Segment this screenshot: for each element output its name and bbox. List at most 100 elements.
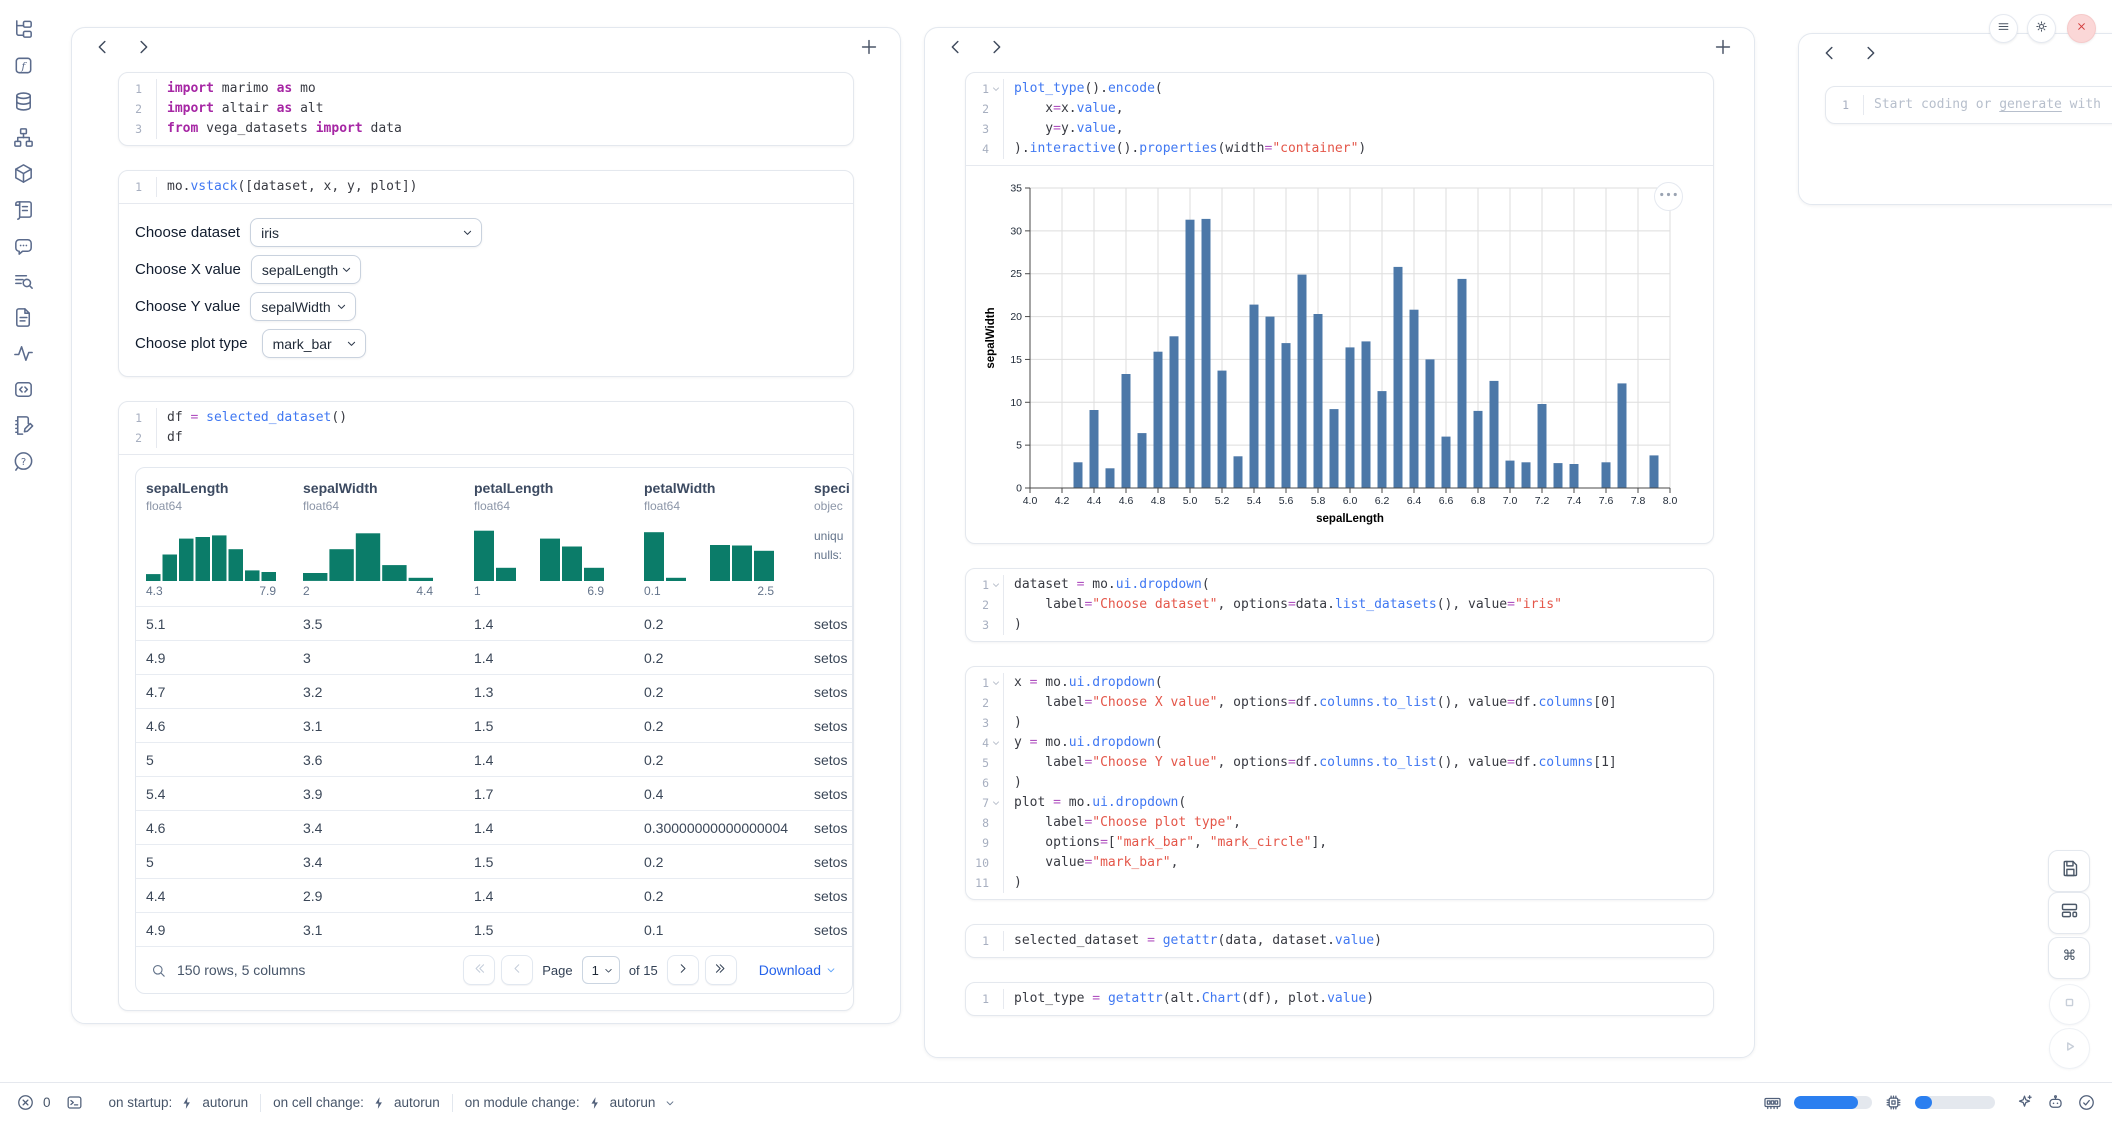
column-header[interactable]: petalLengthfloat6416.9 bbox=[464, 480, 634, 598]
table-cell: 1.5 bbox=[464, 718, 634, 734]
dropdown-label: Choose Y value bbox=[135, 298, 240, 315]
error-counter[interactable]: 0 bbox=[16, 1093, 51, 1112]
svg-text:6.6: 6.6 bbox=[1439, 495, 1454, 507]
run-button[interactable] bbox=[2049, 1028, 2090, 1069]
layout-button[interactable] bbox=[2048, 892, 2090, 934]
scroll-log-icon[interactable] bbox=[12, 198, 35, 221]
download-button[interactable]: Download bbox=[759, 962, 838, 978]
table-cell: setos bbox=[804, 650, 852, 666]
terminal-toggle[interactable] bbox=[65, 1093, 84, 1112]
dropdown-label: Choose plot type bbox=[135, 335, 248, 352]
table-cell: setos bbox=[804, 922, 852, 938]
on-startup-setting[interactable]: on startup: autorun bbox=[109, 1095, 249, 1110]
table-cell: 3 bbox=[293, 650, 464, 666]
chart-actions-button[interactable] bbox=[1654, 182, 1683, 211]
table-cell: 0.4 bbox=[634, 786, 804, 802]
notebook-edit-icon[interactable] bbox=[12, 414, 35, 437]
ai-sparkles-icon[interactable] bbox=[2015, 1093, 2034, 1112]
collapse-left-icon[interactable] bbox=[92, 36, 114, 58]
expand-right-icon[interactable] bbox=[1859, 42, 1881, 64]
code-editor[interactable]: 1import marimo as mo2import altair as al… bbox=[119, 73, 853, 145]
x-value-dropdown[interactable]: sepalLength bbox=[251, 255, 361, 284]
save-button[interactable] bbox=[2048, 850, 2090, 892]
dataframe-output: sepalLengthfloat644.37.9sepalWidthfloat6… bbox=[119, 454, 853, 994]
column-header[interactable]: sepalLengthfloat644.37.9 bbox=[136, 480, 293, 598]
table-cell: 0.2 bbox=[634, 684, 804, 700]
svg-text:sepalLength: sepalLength bbox=[1316, 513, 1384, 525]
code-editor[interactable]: 1mo.vstack([dataset, x, y, plot]) bbox=[119, 171, 853, 203]
table-row: 4.73.21.30.2setos bbox=[136, 674, 852, 708]
assistant-bot-icon[interactable] bbox=[2046, 1093, 2065, 1112]
prev-page-button[interactable] bbox=[501, 955, 533, 985]
chevron-down-icon bbox=[334, 299, 349, 314]
hist-max-label: 2.5 bbox=[757, 584, 774, 598]
empty-cell-editor[interactable]: 1 Start coding or generate with bbox=[1825, 86, 2112, 124]
svg-text:4.2: 4.2 bbox=[1055, 495, 1070, 507]
generate-link[interactable]: generate bbox=[1999, 97, 2062, 112]
table-cell: 0.2 bbox=[634, 616, 804, 632]
chat-bot-icon[interactable] bbox=[12, 234, 35, 257]
code-editor[interactable]: 1df = selected_dataset()2df bbox=[119, 402, 853, 454]
table-cell: setos bbox=[804, 752, 852, 768]
dataframe-table: sepalLengthfloat644.37.9sepalWidthfloat6… bbox=[135, 467, 853, 994]
code-editor[interactable]: 1x = mo.ui.dropdown(2 label="Choose X va… bbox=[966, 667, 1713, 899]
column-header[interactable]: sepalWidthfloat6424.4 bbox=[293, 480, 464, 598]
table-row: 53.61.40.2setos bbox=[136, 742, 852, 776]
table-cell: 0.2 bbox=[634, 854, 804, 870]
svg-text:5.4: 5.4 bbox=[1247, 495, 1262, 507]
last-page-button[interactable] bbox=[705, 955, 737, 985]
hist-max-label: 6.9 bbox=[587, 584, 604, 598]
snippets-icon[interactable] bbox=[12, 378, 35, 401]
column-header[interactable]: petalWidthfloat640.12.5 bbox=[634, 480, 804, 598]
activity-icon[interactable] bbox=[12, 342, 35, 365]
add-cell-button[interactable] bbox=[858, 36, 880, 58]
document-icon[interactable] bbox=[12, 306, 35, 329]
package-icon[interactable] bbox=[12, 162, 35, 185]
terminal-icon bbox=[65, 1093, 84, 1112]
svg-text:7.2: 7.2 bbox=[1535, 495, 1550, 507]
help-icon[interactable]: ? bbox=[12, 450, 35, 473]
table-row: 5.43.91.70.4setos bbox=[136, 776, 852, 810]
code-editor[interactable]: 1plot_type().encode(2 x=x.value,3 y=y.va… bbox=[966, 73, 1713, 165]
dataset-dropdown[interactable]: iris bbox=[250, 218, 482, 247]
first-page-button[interactable] bbox=[463, 955, 495, 985]
altair-bar-chart[interactable]: 051015202530354.04.24.44.64.85.05.25.45.… bbox=[980, 174, 1680, 530]
stop-button[interactable] bbox=[2049, 984, 2090, 1025]
svg-text:5: 5 bbox=[1016, 440, 1022, 452]
collapse-left-icon[interactable] bbox=[945, 36, 967, 58]
table-cell: 1.4 bbox=[464, 888, 634, 904]
y-value-dropdown[interactable]: sepalWidth bbox=[250, 292, 356, 321]
table-search-icon[interactable] bbox=[150, 962, 167, 979]
function-icon[interactable]: f bbox=[12, 54, 35, 77]
expand-right-icon[interactable] bbox=[985, 36, 1007, 58]
next-page-button[interactable] bbox=[667, 955, 699, 985]
add-cell-button[interactable] bbox=[1712, 36, 1734, 58]
connection-status-icon[interactable] bbox=[2077, 1093, 2096, 1112]
dropdown-row: Choose X valuesepalLength bbox=[135, 255, 837, 284]
icon-rail: f? bbox=[0, 0, 47, 1082]
table-row: 4.931.40.2setos bbox=[136, 640, 852, 674]
code-editor[interactable]: 1dataset = mo.ui.dropdown(2 label="Choos… bbox=[966, 569, 1713, 641]
on-cell-change-setting[interactable]: on cell change: autorun bbox=[273, 1095, 440, 1110]
column-header[interactable]: speciobjecuniqunulls: bbox=[804, 480, 852, 598]
code-editor[interactable]: 1plot_type = getattr(alt.Chart(df), plot… bbox=[966, 983, 1713, 1015]
svg-text:4.0: 4.0 bbox=[1023, 495, 1038, 507]
file-tree-icon[interactable] bbox=[12, 18, 35, 41]
hierarchy-icon[interactable] bbox=[12, 126, 35, 149]
page-select[interactable]: 1 bbox=[582, 956, 620, 984]
expand-right-icon[interactable] bbox=[132, 36, 154, 58]
table-cell: 1.4 bbox=[464, 650, 634, 666]
code-editor[interactable]: 1selected_dataset = getattr(data, datase… bbox=[966, 925, 1713, 957]
list-search-icon[interactable] bbox=[12, 270, 35, 293]
database-icon[interactable] bbox=[12, 90, 35, 113]
table-cell: 5 bbox=[136, 854, 293, 870]
command-palette-button[interactable]: ⌘ bbox=[2048, 937, 2090, 979]
plot-type-dropdown[interactable]: mark_bar bbox=[262, 329, 366, 358]
menu-button[interactable] bbox=[1989, 14, 2018, 43]
close-column-button[interactable] bbox=[2067, 14, 2096, 43]
table-cell: 4.9 bbox=[136, 650, 293, 666]
settings-button[interactable] bbox=[2027, 14, 2056, 43]
svg-text:10: 10 bbox=[1010, 397, 1022, 409]
on-module-change-setting[interactable]: on module change: autorun bbox=[465, 1095, 678, 1110]
collapse-left-icon[interactable] bbox=[1819, 42, 1841, 64]
